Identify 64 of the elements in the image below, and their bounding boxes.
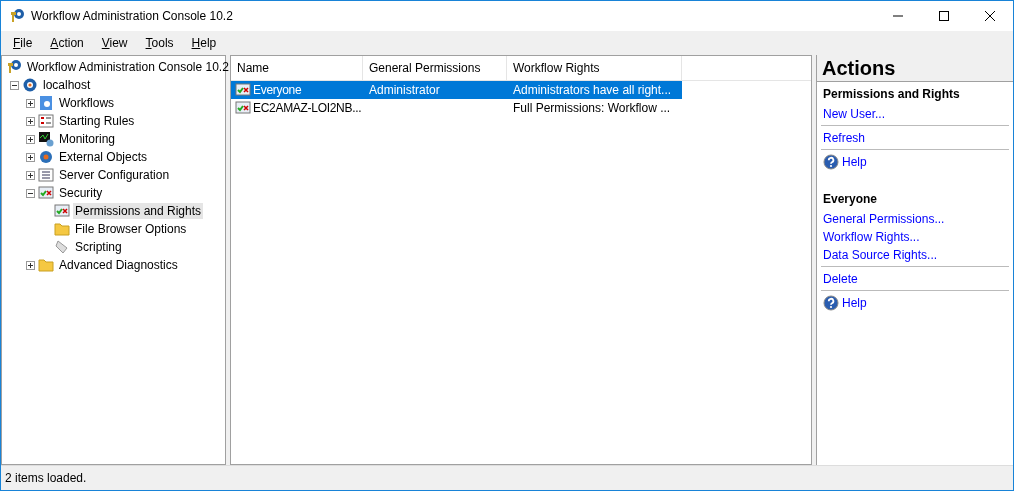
tree-item[interactable]: Workflows [57,95,117,111]
action-link[interactable]: Data Source Rights... [823,248,938,262]
tree-item[interactable]: Server Configuration [57,167,172,183]
menu-item[interactable]: Tools [141,36,178,50]
table-cell: Administrator [369,83,440,97]
table-row[interactable]: EC2AMAZ-LOI2NB... Full Permissions: Workflow ... [231,99,682,117]
table-row[interactable]: Everyone Administrator Administrators have all right... [231,81,682,99]
section-heading: Everyone [822,191,879,208]
action-link[interactable]: Help [842,296,867,310]
action-link[interactable]: Refresh [823,131,866,145]
user-permission-icon [235,82,251,98]
menu-item[interactable]: Help [187,36,221,50]
folder-icon [38,257,54,273]
menu-item[interactable]: Action [46,36,88,50]
checkmark-icon [38,185,54,201]
table-cell: EC2AMAZ-LOI2NB... [253,101,362,115]
key-gear-icon [6,59,22,75]
document-icon [38,95,54,111]
expand-icon[interactable] [26,134,35,144]
window-title: Workflow Administration Console 10.2 [31,9,234,23]
user-permission-icon [235,100,251,116]
app-icon [9,8,25,24]
help-icon [823,295,839,311]
collapse-icon[interactable] [26,188,35,198]
tree-item[interactable]: External Objects [57,149,150,165]
checklist-icon [38,113,54,129]
action-link[interactable]: General Permissions... [823,212,945,226]
tree-item[interactable]: Workflow Administration Console 10.2 [25,59,231,75]
tree-item[interactable]: localhost [41,77,93,93]
action-link[interactable]: Help [842,155,867,169]
table-cell: Everyone [253,83,302,97]
status-text: 2 items loaded. [5,471,87,485]
column-header[interactable]: General Permissions [363,56,507,80]
section-heading: Permissions and Rights [822,86,961,103]
tree-item[interactable]: Security [57,185,105,201]
tree-item[interactable]: Permissions and Rights [73,203,204,219]
maximize-icon [939,11,949,21]
collapse-icon[interactable] [10,80,19,90]
close-icon [985,11,995,21]
expand-icon[interactable] [26,170,35,180]
tree-item[interactable]: Starting Rules [57,113,137,129]
column-header[interactable]: Workflow Rights [507,56,682,80]
column-header[interactable]: Name [231,56,363,80]
actions-title: Actions [817,55,1013,82]
table-cell: Full Permissions: Workflow ... [513,101,671,115]
folder-icon [54,221,70,237]
tree-item[interactable]: Advanced Diagnostics [57,257,180,273]
table-cell: Administrators have all right... [513,83,672,97]
action-link[interactable]: Delete [823,272,858,286]
action-link[interactable]: New User... [823,107,885,121]
menu-item[interactable]: File [9,36,37,50]
expand-icon[interactable] [26,116,35,126]
tree-item[interactable]: File Browser Options [73,221,189,237]
monitor-icon [38,131,54,147]
help-icon [823,154,839,170]
expand-icon[interactable] [26,98,35,108]
action-link[interactable]: Workflow Rights... [823,230,920,244]
expand-icon[interactable] [26,152,35,162]
expand-icon[interactable] [26,260,35,270]
tree-item[interactable]: Monitoring [57,131,118,147]
list-icon [38,167,54,183]
checkmark-icon [54,203,70,219]
tree-item[interactable]: Scripting [73,239,124,255]
menu-item[interactable]: View [97,36,132,50]
